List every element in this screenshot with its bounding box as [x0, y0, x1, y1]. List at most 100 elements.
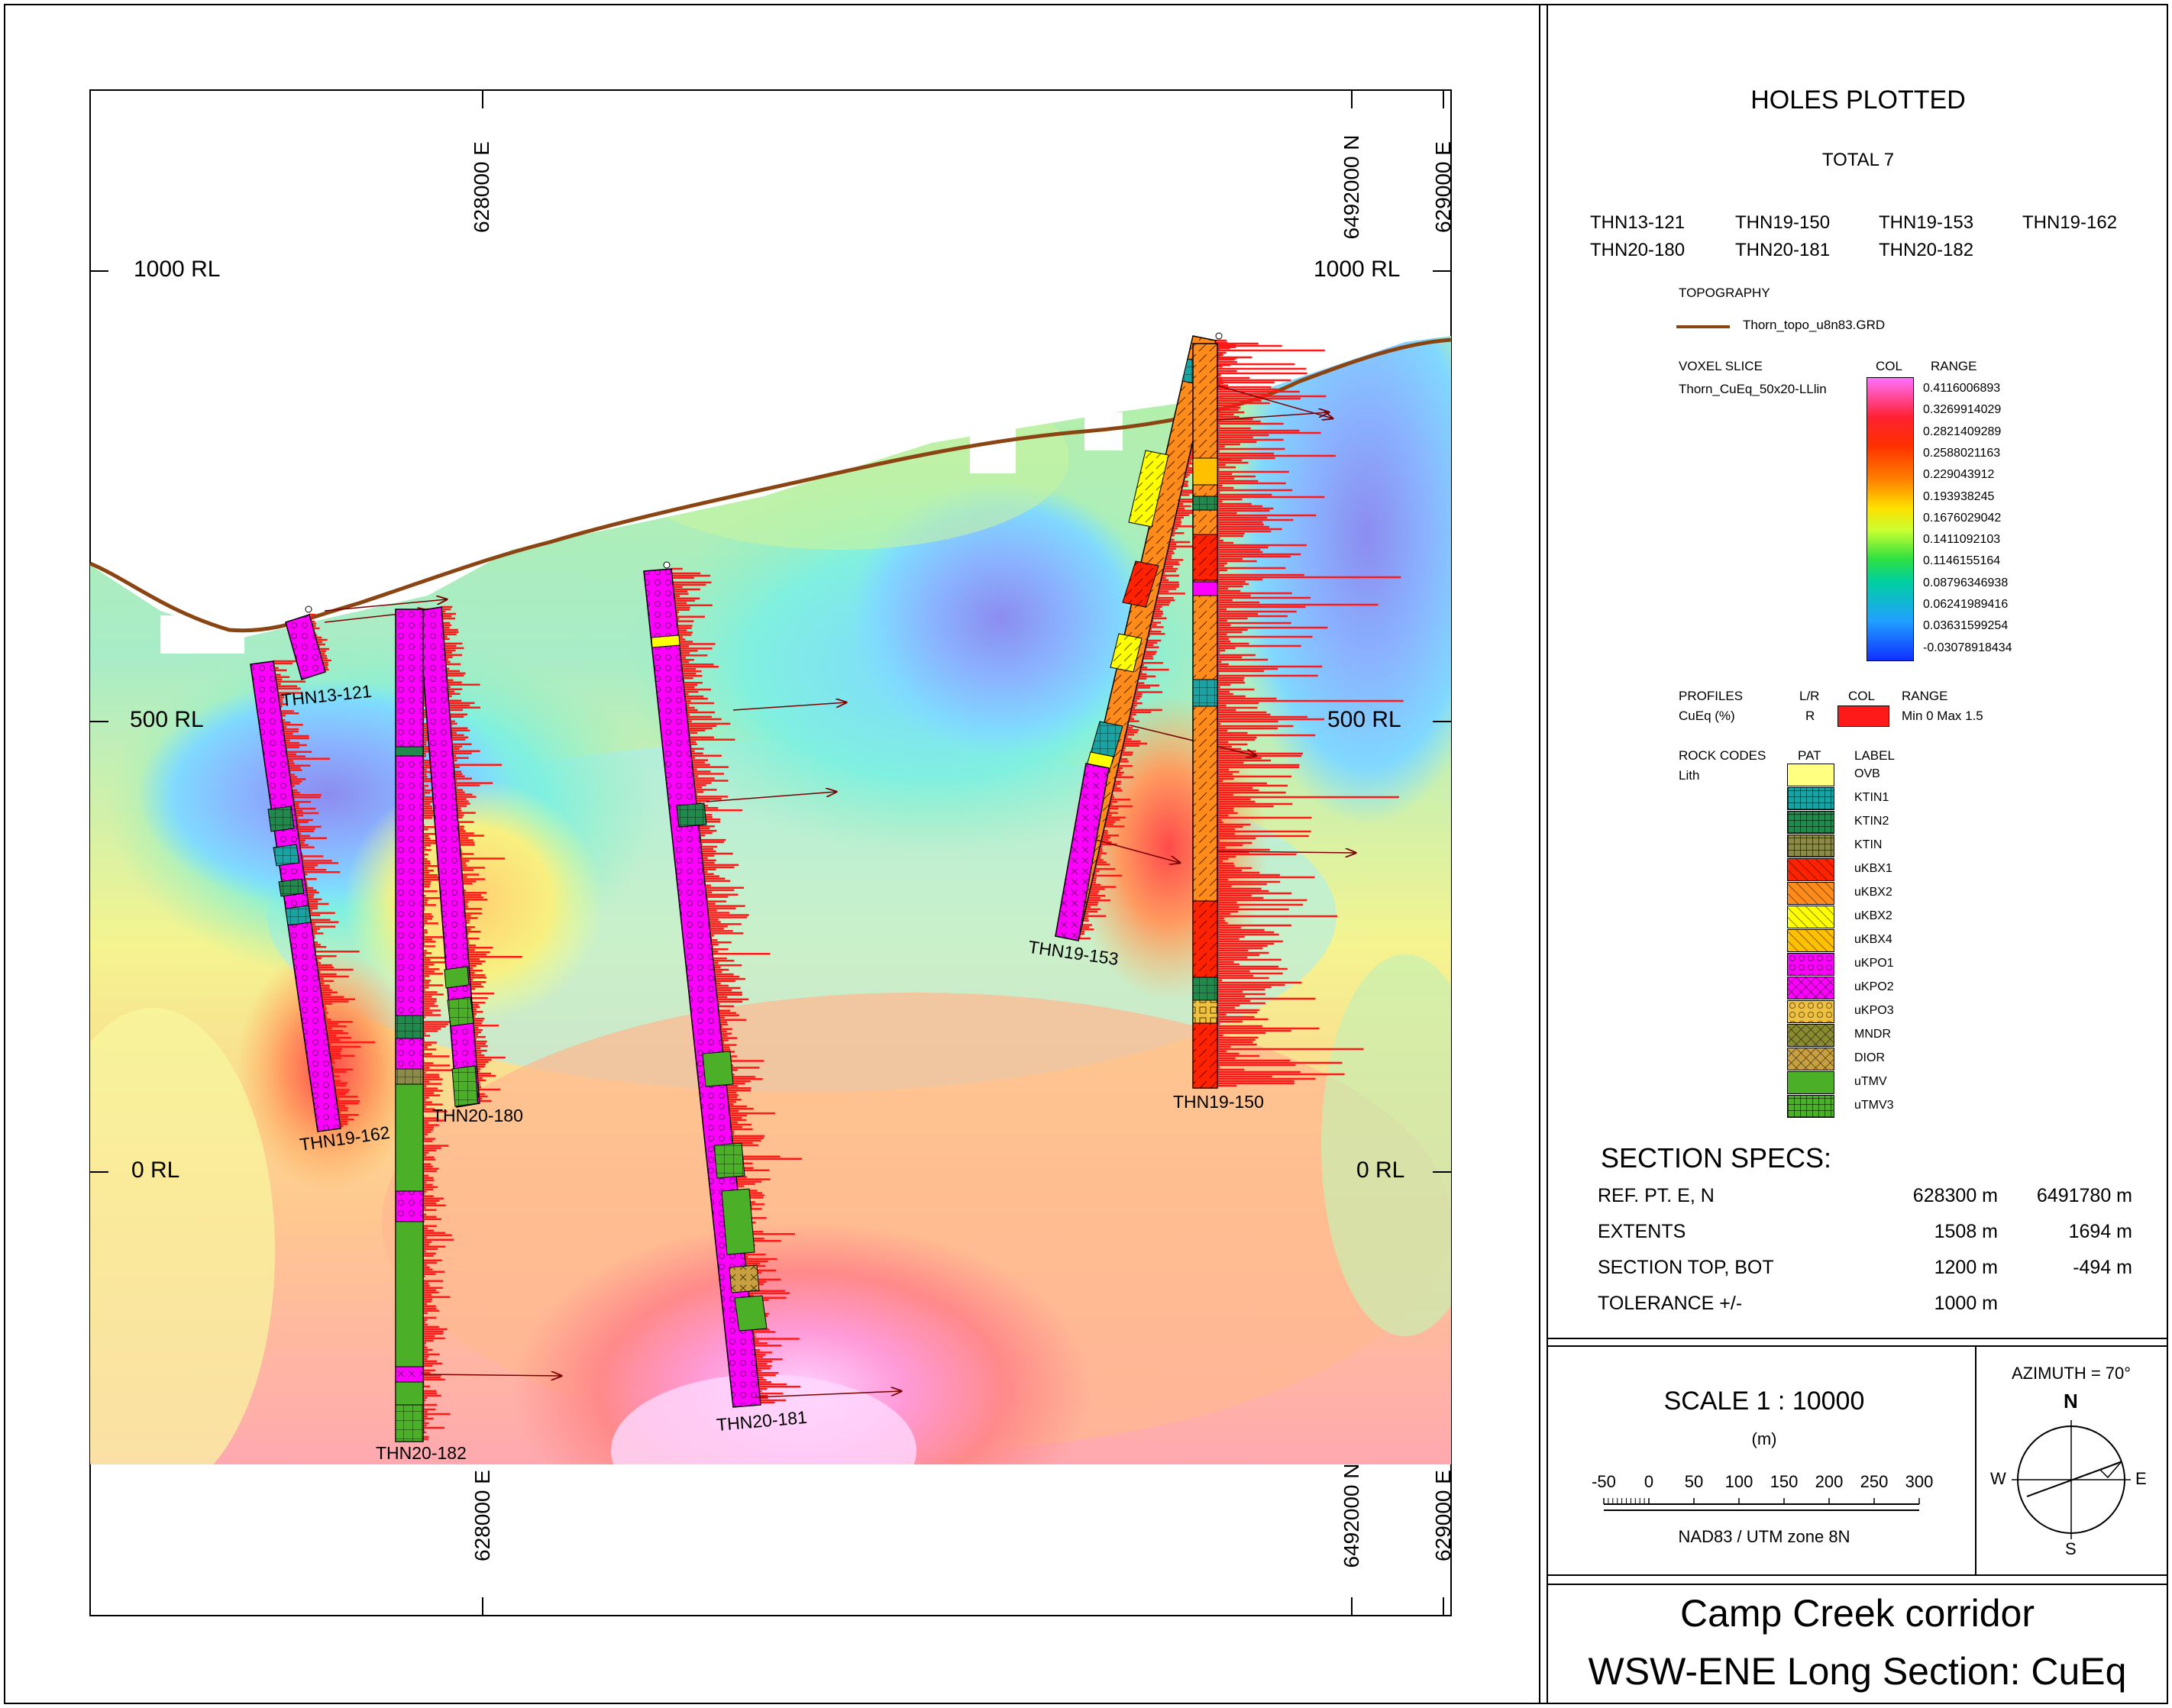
title-line-2: WSW-ENE Long Section: CuEq: [1588, 1650, 2127, 1693]
rock-code-label: OVB: [1854, 767, 1880, 780]
rl-label-500-right: 500 RL: [1327, 707, 1401, 732]
topography-heading: TOPOGRAPHY: [1679, 286, 1770, 300]
voxel-range-value: 0.03631599254: [1923, 619, 2009, 633]
spec-value: 1508 m: [1934, 1221, 1998, 1242]
scale-bar: -50 0 50 100 150 200 250 300: [1592, 1472, 1934, 1511]
scale-tick-label: 100: [1725, 1472, 1753, 1491]
profiles-heading: PROFILES: [1679, 689, 1744, 703]
holes-total: TOTAL 7: [1821, 150, 1895, 170]
spec-label: REF. PT. E, N: [1598, 1185, 1715, 1206]
spec-label: SECTION TOP, BOT: [1598, 1257, 1774, 1278]
rock-code-swatch: [1787, 1095, 1834, 1118]
topography-swatch: [1676, 325, 1730, 328]
rl-label-0-right: 0 RL: [1356, 1158, 1405, 1183]
voxel-col-header: COL: [1876, 359, 1902, 373]
voxel-file: Thorn_CuEq_50x20-LLlin: [1679, 382, 1827, 396]
voxel-range-value: 0.06241989416: [1923, 598, 2009, 611]
rock-code-swatch: [1787, 906, 1834, 928]
spec-label: EXTENTS: [1598, 1221, 1686, 1242]
voxel-range-value: 0.1676029042: [1923, 511, 2002, 525]
rock-code-label: uKBX1: [1854, 862, 1892, 875]
scale-tick-label: 200: [1815, 1472, 1844, 1491]
title-line-1: Camp Creek corridor: [1679, 1592, 2035, 1635]
rock-code-label: DIOR: [1854, 1051, 1885, 1064]
rock-code-swatch: [1787, 1071, 1834, 1094]
rock-code-swatch: [1787, 1024, 1834, 1047]
compass-e: E: [2135, 1469, 2147, 1488]
hole-list-item[interactable]: THN20-182: [1879, 240, 1973, 261]
scale-tick-label: 250: [1860, 1472, 1889, 1491]
divider: [1547, 1345, 2167, 1347]
rock-code-label: uTMV: [1854, 1075, 1887, 1088]
scale-tick-label: 300: [1905, 1472, 1934, 1491]
hole-label-THN20-182[interactable]: THN20-182: [376, 1443, 467, 1464]
rock-code-label: uKBX2: [1854, 909, 1892, 922]
voxel-range-value: 0.193938245: [1923, 489, 1995, 503]
voxel-range-value: 0.2588021163: [1923, 446, 2001, 460]
divider: [1547, 1574, 2167, 1576]
voxel-range-value: -0.03078918434: [1923, 641, 2012, 654]
rock-code-label: uTMV3: [1854, 1099, 1894, 1112]
divider: [1547, 1584, 2167, 1585]
rock-code-label: KTIN2: [1854, 815, 1889, 828]
profiles-side: R: [1805, 709, 1815, 723]
rock-code-label: uKPO3: [1854, 1004, 1894, 1017]
voxel-color-ramp: [1867, 377, 1914, 661]
rock-code-label: MNDR: [1854, 1028, 1891, 1041]
rock-codes-pat-header: PAT: [1798, 748, 1821, 763]
spec-value: 1694 m: [2068, 1221, 2132, 1242]
hole-label-THN19-150[interactable]: THN19-150: [1173, 1092, 1264, 1112]
hole-list-item[interactable]: THN20-180: [1590, 240, 1685, 261]
hole-label-THN20-180[interactable]: THN20-180: [432, 1106, 523, 1126]
rock-code-label: uKBX4: [1854, 933, 1892, 946]
scale-datum: NAD83 / UTM zone 8N: [1678, 1527, 1850, 1546]
hole-list-item[interactable]: THN19-162: [2022, 212, 2117, 234]
profiles-name: CuEq (%): [1679, 709, 1735, 723]
rock-code-swatch: [1787, 787, 1834, 810]
rl-label-1000-right: 1000 RL: [1314, 257, 1401, 282]
voxel-range-value: 0.08796346938: [1923, 576, 2009, 589]
rock-code-label: KTIN: [1854, 838, 1883, 851]
hole-list-item[interactable]: THN20-181: [1735, 240, 1830, 261]
rock-code-swatch: [1787, 953, 1834, 976]
voxel-range-value: 0.229043912: [1923, 468, 1995, 482]
rock-code-swatch: [1787, 858, 1834, 881]
rl-label-0-left: 0 RL: [131, 1158, 180, 1183]
divider: [1547, 1338, 2167, 1339]
rl-label-500-left: 500 RL: [130, 707, 204, 732]
scale-text: SCALE 1 : 10000: [1663, 1387, 1865, 1416]
compass-s: S: [2065, 1539, 2077, 1558]
profiles-swatch: [1837, 705, 1889, 727]
scale-tick-label: 150: [1770, 1472, 1799, 1491]
voxel-range-value: 0.1411092103: [1923, 533, 2001, 547]
profiles-range: Min 0 Max 1.5: [1902, 709, 1983, 723]
voxel-range-value: 0.1146155164: [1923, 554, 2001, 568]
voxel-range-value: 0.2821409289: [1923, 425, 2002, 438]
rock-codes-label-header: LABEL: [1854, 748, 1895, 763]
profiles-range-header: RANGE: [1902, 689, 1948, 703]
hole-list-item[interactable]: THN19-153: [1879, 212, 1973, 234]
rock-code-label: uKBX2: [1854, 886, 1892, 899]
scale-tick-label: 0: [1644, 1472, 1653, 1491]
rock-code-swatch: [1787, 1048, 1834, 1070]
divider: [1975, 1345, 1976, 1574]
rock-code-label: KTIN1: [1854, 791, 1889, 804]
hole-list-item[interactable]: THN13-121: [1590, 212, 1685, 234]
compass-w: W: [1990, 1469, 2006, 1488]
hole-list-item[interactable]: THN19-150: [1735, 212, 1830, 234]
rock-code-label: uKPO2: [1854, 980, 1894, 993]
rock-code-swatch: [1787, 835, 1834, 857]
voxel-range-header: RANGE: [1931, 359, 1977, 373]
compass-n: N: [2064, 1390, 2078, 1413]
rock-code-swatch: [1787, 764, 1834, 786]
spec-value: 6491780 m: [2036, 1185, 2132, 1206]
scale-unit: (m): [1751, 1429, 1777, 1448]
scale-tick-label: -50: [1592, 1472, 1616, 1491]
rock-code-swatch: [1787, 1000, 1834, 1023]
azimuth-text: AZIMUTH = 70°: [2011, 1364, 2132, 1383]
rock-codes-sub: Lith: [1679, 768, 1700, 783]
rock-code-label: uKPO1: [1854, 957, 1894, 970]
rock-code-swatch: [1787, 811, 1834, 834]
voxel-range-value: 0.3269914029: [1923, 403, 2002, 417]
profiles-lr-header: L/R: [1799, 689, 1820, 703]
